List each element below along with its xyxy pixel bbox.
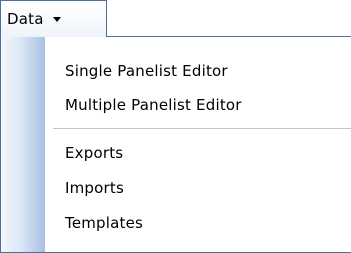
menu-item-label: Exports [65, 144, 124, 162]
menu-items: Single Panelist Editor Multiple Panelist… [45, 37, 351, 252]
menu-item-templates[interactable]: Templates [45, 206, 351, 240]
menu-item-label: Imports [65, 179, 124, 197]
menu-item-multiple-panelist-editor[interactable]: Multiple Panelist Editor [45, 88, 351, 122]
data-dropdown-menu: Single Panelist Editor Multiple Panelist… [0, 36, 351, 253]
menu-item-label: Templates [65, 214, 144, 232]
menu-item-imports[interactable]: Imports [45, 171, 351, 205]
menu-separator [53, 128, 351, 129]
menu-item-label: Single Panelist Editor [65, 62, 228, 80]
menu-item-single-panelist-editor[interactable]: Single Panelist Editor [45, 54, 351, 88]
caret-down-icon [52, 16, 61, 22]
data-menu-button[interactable]: Data [0, 0, 107, 37]
data-menu-root: Data Single Panelist Editor Multiple Pan… [0, 0, 351, 253]
menu-item-label: Multiple Panelist Editor [65, 96, 242, 114]
menu-item-exports[interactable]: Exports [45, 136, 351, 170]
menu-icon-gutter [1, 37, 45, 252]
data-menu-label: Data [7, 10, 44, 28]
